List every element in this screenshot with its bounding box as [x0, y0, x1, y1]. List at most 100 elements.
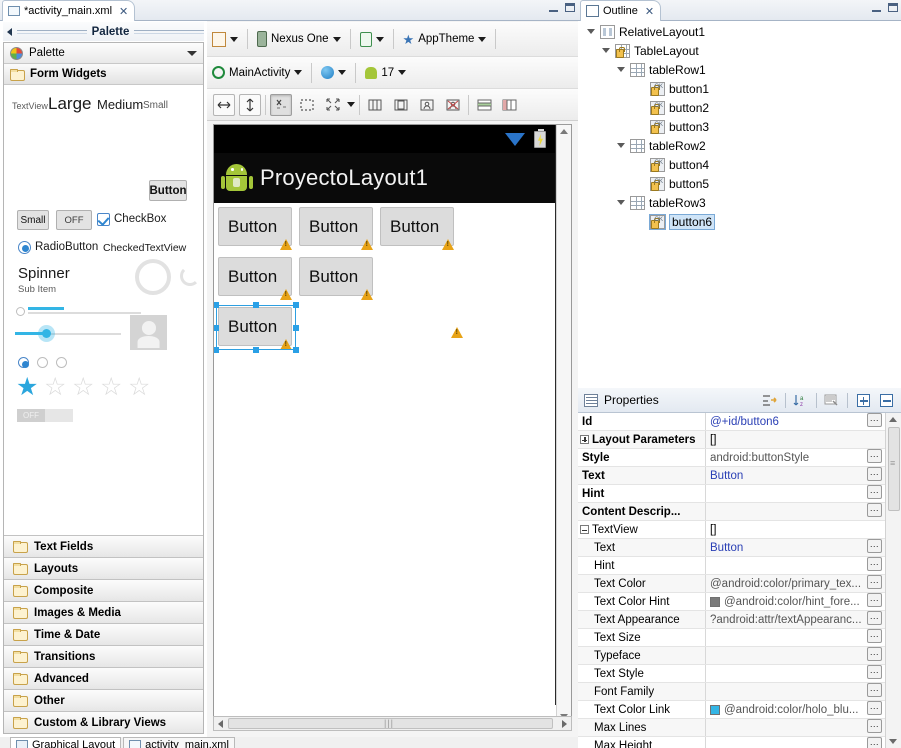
property-edit-button[interactable]: ⋯: [867, 629, 882, 643]
property-row-text-appearance[interactable]: Text Appearance ?android:attr/textAppear…: [578, 611, 901, 629]
tab-graphical-layout[interactable]: Graphical Layout: [10, 737, 122, 748]
checkbox-icon[interactable]: [97, 213, 110, 226]
radio-group-icon-1[interactable]: [18, 357, 29, 368]
align-columns-button[interactable]: [364, 94, 386, 116]
property-row-typeface[interactable]: Typeface ⋯: [578, 647, 901, 665]
property-edit-button[interactable]: ⋯: [867, 647, 882, 661]
palette-category-other[interactable]: Other: [4, 689, 203, 711]
property-value[interactable]: Button: [706, 539, 867, 556]
resize-handle-ne[interactable]: [293, 302, 299, 308]
warning-icon[interactable]: [361, 239, 373, 250]
layout-canvas[interactable]: ProyectoLayout1 Button Button Button: [213, 124, 572, 724]
scroll-thumb[interactable]: [888, 427, 900, 511]
palette-category-advanced[interactable]: Advanced: [4, 667, 203, 689]
chevron-down-icon[interactable]: [187, 50, 197, 56]
config-chooser[interactable]: [207, 26, 243, 52]
outline-node-tablerow2[interactable]: tableRow2: [579, 136, 900, 155]
chevron-left-icon[interactable]: [7, 27, 12, 36]
outline-node-relativelayout1[interactable]: RelativeLayout1: [579, 22, 900, 41]
sort-alphabetically-button[interactable]: az: [791, 391, 811, 409]
property-edit-button[interactable]: ⋯: [867, 503, 882, 517]
outline-node-button3[interactable]: button3: [579, 117, 900, 136]
scroll-up-arrow-icon[interactable]: [560, 129, 568, 134]
distribute-button[interactable]: [322, 94, 344, 116]
outline-tree[interactable]: RelativeLayout1 TableLayout tableRow1 bu…: [579, 22, 900, 387]
palette-item-large-text[interactable]: Large: [48, 94, 91, 114]
outline-node-button6[interactable]: button6: [579, 212, 900, 231]
property-group-textview[interactable]: TextView []: [578, 521, 901, 539]
palette-item-spinner[interactable]: Spinner: [18, 265, 70, 282]
property-row-style[interactable]: Style android:buttonStyle ⋯: [578, 449, 901, 467]
property-value[interactable]: [706, 503, 867, 520]
expander-icon[interactable]: [580, 435, 589, 444]
property-edit-button[interactable]: ⋯: [867, 701, 882, 715]
progress-bar-small-icon[interactable]: [180, 266, 200, 286]
properties-table[interactable]: Id @+id/button6 ⋯ Layout Parameters [] S…: [578, 413, 901, 748]
palette-group-form-widgets[interactable]: Form Widgets: [4, 64, 203, 85]
property-value[interactable]: [706, 683, 867, 700]
properties-vertical-scrollbar[interactable]: ≡: [885, 413, 901, 748]
exclude-button[interactable]: [442, 94, 464, 116]
zoom-fit-height-button[interactable]: [239, 93, 261, 116]
device-preview[interactable]: ProyectoLayout1 Button Button Button: [214, 125, 556, 705]
resize-handle-nw[interactable]: [214, 302, 219, 308]
api-level-chooser[interactable]: 17: [360, 60, 411, 86]
property-row-textview-text[interactable]: Text Button ⋯: [578, 539, 901, 557]
expand-all-button[interactable]: [853, 391, 873, 409]
tab-activity-main-xml[interactable]: activity_main.xml: [123, 737, 235, 748]
radio-group-icon-2[interactable]: [37, 357, 48, 368]
property-edit-button[interactable]: ⋯: [867, 611, 882, 625]
property-row-text-style[interactable]: Text Style ⋯: [578, 665, 901, 683]
table-rows-button[interactable]: [473, 94, 495, 116]
property-value[interactable]: [706, 665, 867, 682]
palette-item-checkbox[interactable]: CheckBox: [114, 213, 166, 225]
expand-arrow-icon[interactable]: [617, 67, 625, 72]
property-edit-button[interactable]: ⋯: [867, 539, 882, 553]
property-value[interactable]: [706, 647, 867, 664]
close-icon[interactable]: ✕: [645, 5, 654, 18]
rating-star-4-icon[interactable]: ☆: [100, 375, 122, 400]
close-icon[interactable]: ✕: [119, 5, 128, 18]
show-outlines-button[interactable]: [296, 94, 318, 116]
property-value-wrap[interactable]: @android:color/holo_blu...: [706, 701, 867, 718]
scroll-right-arrow-icon[interactable]: [562, 720, 567, 728]
rating-star-3-icon[interactable]: ☆: [72, 375, 94, 400]
property-row-hint[interactable]: Hint ⋯: [578, 485, 901, 503]
property-row-id[interactable]: Id @+id/button6 ⋯: [578, 413, 901, 431]
canvas-vertical-scrollbar[interactable]: [556, 125, 571, 723]
show-advanced-button[interactable]: [760, 391, 780, 409]
palette-item-toggle-button[interactable]: OFF: [56, 210, 92, 230]
minimize-icon[interactable]: [872, 3, 881, 12]
chevron-down-icon[interactable]: [398, 70, 407, 75]
rating-star-2-icon[interactable]: ☆: [44, 375, 66, 400]
property-value[interactable]: android:buttonStyle: [706, 449, 867, 466]
property-edit-button[interactable]: ⋯: [867, 449, 882, 463]
property-edit-button[interactable]: ⋯: [867, 683, 882, 697]
property-value[interactable]: Button: [706, 467, 867, 484]
rating-star-1-icon[interactable]: ★: [16, 375, 38, 400]
chevron-down-icon[interactable]: [294, 70, 303, 75]
expand-arrow-icon[interactable]: [617, 143, 625, 148]
outline-node-tablerow1[interactable]: tableRow1: [579, 60, 900, 79]
outline-node-button1[interactable]: button1: [579, 79, 900, 98]
property-edit-button[interactable]: ⋯: [867, 413, 882, 427]
canvas-horizontal-scrollbar[interactable]: |||: [213, 716, 572, 731]
property-edit-button[interactable]: ⋯: [867, 485, 882, 499]
chevron-down-icon[interactable]: [338, 70, 347, 75]
resize-handle-w[interactable]: [214, 325, 219, 331]
property-row-textview-hint[interactable]: Hint ⋯: [578, 557, 901, 575]
property-row-font-family[interactable]: Font Family ⋯: [578, 683, 901, 701]
theme-chooser[interactable]: ★ AppTheme: [398, 26, 492, 52]
maximize-icon[interactable]: [565, 3, 575, 12]
scroll-up-arrow-icon[interactable]: [889, 417, 897, 422]
resize-handle-e[interactable]: [293, 325, 299, 331]
property-edit-button[interactable]: ⋯: [867, 593, 882, 607]
collapse-all-button[interactable]: [876, 391, 896, 409]
property-value[interactable]: [706, 629, 867, 646]
property-row-text-color-link[interactable]: Text Color Link @android:color/holo_blu.…: [578, 701, 901, 719]
warning-icon[interactable]: [451, 327, 463, 338]
property-edit-button[interactable]: ⋯: [867, 665, 882, 679]
expand-arrow-icon[interactable]: [587, 29, 595, 34]
resize-handle-n[interactable]: [253, 302, 259, 308]
property-row-text-size[interactable]: Text Size ⋯: [578, 629, 901, 647]
